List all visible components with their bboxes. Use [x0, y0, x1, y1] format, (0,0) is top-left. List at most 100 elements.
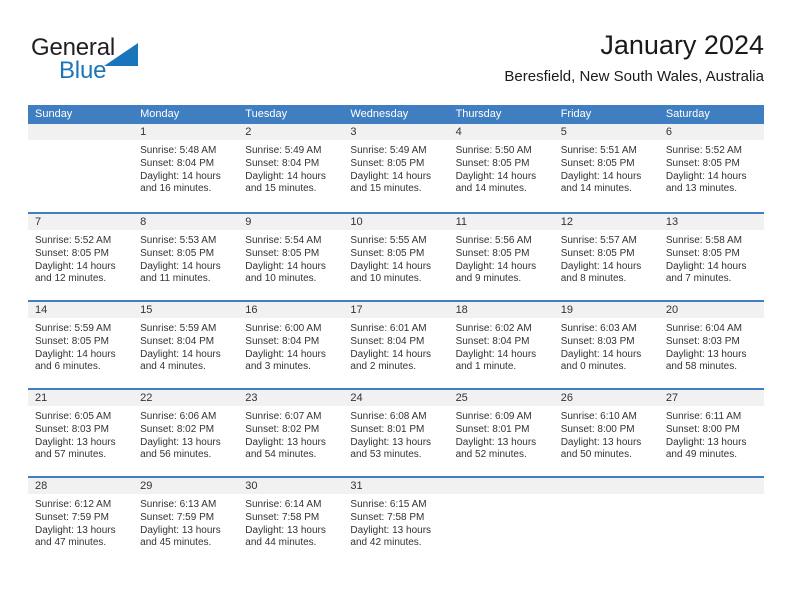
day-number: 14	[28, 302, 134, 318]
day-number: 19	[553, 302, 659, 318]
daylight-text-line2: and 6 minutes.	[35, 361, 101, 373]
day-number: 25	[448, 390, 554, 406]
calendar-day-cell[interactable]: 7 Sunrise: 5:52 AM Sunset: 8:05 PM Daylight…	[28, 214, 134, 300]
calendar-day-cell[interactable]: 20 Sunrise: 6:04 AM Sunset: 8:03 PM Dayligh…	[658, 302, 764, 388]
day-details: Sunrise: 6:11 AM Sunset: 8:00 PM Daylight:…	[659, 406, 764, 462]
sunrise-text: Sunrise: 6:02 AM	[455, 323, 532, 334]
daylight-text-line1: Daylight: 13 hours	[350, 436, 432, 448]
sunrise-text: Sunrise: 6:15 AM	[350, 499, 427, 510]
calendar-day-cell[interactable]: 11 Sunrise: 5:56 AM Sunset: 8:05 PM Dayligh…	[448, 214, 554, 300]
calendar-day-cell[interactable]: 27 Sunrise: 6:11 AM Sunset: 8:00 PM Dayligh…	[658, 390, 764, 476]
calendar-grid: Sunday Monday Tuesday Wednesday Thursday Frid…	[28, 105, 764, 564]
daylight-text-line1: Daylight: 13 hours	[35, 524, 116, 536]
calendar-day-cell[interactable]: 29 Sunrise: 6:13 AM Sunset: 7:59 PM Dayligh…	[133, 478, 239, 564]
day-number: 18	[448, 302, 554, 318]
calendar-day-cell[interactable]: 8 Sunrise: 5:53 AM Sunset: 8:05 PM Daylight…	[133, 214, 239, 300]
day-details: Sunrise: 6:05 AM Sunset: 8:03 PM Daylight:…	[28, 406, 133, 462]
daylight-text-line2: and 49 minutes.	[665, 449, 738, 461]
calendar-weeks: 1 Sunrise: 5:48 AM Sunset: 8:04 PM Daylight…	[28, 124, 764, 564]
daylight-text-line1: Daylight: 14 hours	[140, 260, 221, 272]
sunrise-text: Sunrise: 5:49 AM	[350, 145, 427, 156]
sunrise-text: Sunrise: 6:11 AM	[665, 411, 742, 422]
calendar-day-cell[interactable]: 6 Sunrise: 5:52 AM Sunset: 8:05 PM Daylight…	[658, 124, 764, 212]
day-number	[448, 478, 554, 494]
calendar-day-cell[interactable]: 18 Sunrise: 6:02 AM Sunset: 8:04 PM Dayligh…	[448, 302, 554, 388]
sunset-text: Sunset: 8:02 PM	[245, 423, 320, 435]
calendar-day-cell[interactable]: 10 Sunrise: 5:55 AM Sunset: 8:05 PM Dayligh…	[343, 214, 449, 300]
day-number	[28, 124, 134, 140]
daylight-text-line1: Daylight: 13 hours	[350, 524, 432, 536]
daylight-text-line2: and 56 minutes.	[140, 449, 212, 461]
daylight-text-line2: and 50 minutes.	[560, 449, 632, 461]
weekday-header-saturday: Saturday	[665, 108, 710, 120]
calendar-day-cell[interactable]: 21 Sunrise: 6:05 AM Sunset: 8:03 PM Dayligh…	[28, 390, 134, 476]
calendar-day-cell[interactable]: 5 Sunrise: 5:51 AM Sunset: 8:05 PM Daylight…	[553, 124, 659, 212]
weekday-header-thursday: Thursday	[455, 108, 502, 120]
calendar-day-cell[interactable]: 25 Sunrise: 6:09 AM Sunset: 8:01 PM Dayligh…	[448, 390, 554, 476]
sunset-text: Sunset: 8:03 PM	[35, 423, 109, 435]
sunset-text: Sunset: 8:04 PM	[140, 157, 215, 169]
sunset-text: Sunset: 8:05 PM	[140, 247, 215, 259]
daylight-text-line2: and 9 minutes.	[455, 273, 522, 285]
calendar-day-cell[interactable]: 1 Sunrise: 5:48 AM Sunset: 8:04 PM Daylight…	[133, 124, 239, 212]
daylight-text-line2: and 12 minutes.	[35, 273, 107, 285]
daylight-text-line2: and 14 minutes.	[455, 183, 527, 195]
calendar-day-cell[interactable]: 19 Sunrise: 6:03 AM Sunset: 8:03 PM Dayligh…	[553, 302, 659, 388]
sunset-text: Sunset: 8:04 PM	[245, 335, 320, 347]
logo-text-blue: Blue	[59, 57, 107, 84]
calendar-day-cell[interactable]: 4 Sunrise: 5:50 AM Sunset: 8:05 PM Daylight…	[448, 124, 554, 212]
day-number: 17	[343, 302, 449, 318]
day-number: 2	[238, 124, 344, 140]
calendar-page: General Blue January 2024 Beresfield, Ne…	[0, 0, 792, 612]
day-details: Sunrise: 5:55 AM Sunset: 8:05 PM Daylight:…	[343, 230, 448, 286]
daylight-text-line2: and 2 minutes.	[350, 361, 417, 373]
day-number: 7	[28, 214, 134, 230]
sunrise-text: Sunrise: 6:14 AM	[245, 499, 322, 510]
day-details: Sunrise: 6:14 AM Sunset: 7:58 PM Daylight:…	[238, 494, 343, 550]
page-subtitle: Beresfield, New South Wales, Australia	[504, 68, 764, 85]
calendar-day-cell[interactable]: 15 Sunrise: 5:59 AM Sunset: 8:04 PM Dayligh…	[133, 302, 239, 388]
calendar-day-cell[interactable]: 28 Sunrise: 6:12 AM Sunset: 7:59 PM Dayligh…	[28, 478, 134, 564]
calendar-day-cell[interactable]: 24 Sunrise: 6:08 AM Sunset: 8:01 PM Dayligh…	[343, 390, 449, 476]
sunset-text: Sunset: 8:04 PM	[350, 335, 425, 347]
calendar-day-cell[interactable]: 30 Sunrise: 6:14 AM Sunset: 7:58 PM Dayligh…	[238, 478, 344, 564]
day-details: Sunrise: 5:59 AM Sunset: 8:04 PM Daylight:…	[133, 318, 238, 374]
day-number: 13	[658, 214, 764, 230]
sunset-text: Sunset: 8:04 PM	[245, 157, 320, 169]
calendar-week-row: 28 Sunrise: 6:12 AM Sunset: 7:59 PM Dayligh…	[28, 476, 764, 564]
calendar-day-cell[interactable]: 23 Sunrise: 6:07 AM Sunset: 8:02 PM Dayligh…	[238, 390, 344, 476]
day-number	[658, 478, 764, 494]
calendar-day-cell[interactable]: 26 Sunrise: 6:10 AM Sunset: 8:00 PM Dayligh…	[553, 390, 659, 476]
calendar-day-cell[interactable]: 13 Sunrise: 5:58 AM Sunset: 8:05 PM Dayligh…	[658, 214, 764, 300]
calendar-day-cell[interactable]: 31 Sunrise: 6:15 AM Sunset: 7:58 PM Dayligh…	[343, 478, 449, 564]
day-details: Sunrise: 5:51 AM Sunset: 8:05 PM Daylight:…	[554, 140, 659, 196]
title-block: January 2024 Beresfield, New South Wales…	[284, 28, 764, 88]
day-details: Sunrise: 6:07 AM Sunset: 8:02 PM Daylight:…	[238, 406, 343, 462]
daylight-text-line1: Daylight: 14 hours	[350, 348, 432, 360]
sunrise-text: Sunrise: 6:05 AM	[35, 411, 112, 422]
weekday-header-monday: Monday	[140, 108, 180, 120]
daylight-text-line2: and 45 minutes.	[140, 537, 212, 549]
calendar-day-cell[interactable]: 22 Sunrise: 6:06 AM Sunset: 8:02 PM Dayligh…	[133, 390, 239, 476]
calendar-day-cell[interactable]: 14 Sunrise: 5:59 AM Sunset: 8:05 PM Dayligh…	[28, 302, 134, 388]
calendar-day-cell[interactable]: 12 Sunrise: 5:57 AM Sunset: 8:05 PM Dayligh…	[553, 214, 659, 300]
calendar-day-cell[interactable]: 2 Sunrise: 5:49 AM Sunset: 8:04 PM Daylight…	[238, 124, 344, 212]
sunset-text: Sunset: 8:05 PM	[560, 247, 635, 259]
day-details: Sunrise: 6:03 AM Sunset: 8:03 PM Daylight:…	[554, 318, 659, 374]
sunrise-text: Sunrise: 6:06 AM	[140, 411, 217, 422]
daylight-text-line2: and 54 minutes.	[245, 449, 317, 461]
day-number: 10	[343, 214, 449, 230]
calendar-day-cell[interactable]: 3 Sunrise: 5:49 AM Sunset: 8:05 PM Daylight…	[343, 124, 449, 212]
sunset-text: Sunset: 7:58 PM	[245, 511, 320, 523]
day-details: Sunrise: 6:06 AM Sunset: 8:02 PM Daylight:…	[133, 406, 238, 462]
sunrise-text: Sunrise: 5:59 AM	[35, 323, 112, 334]
calendar-day-cell[interactable]: 17 Sunrise: 6:01 AM Sunset: 8:04 PM Dayligh…	[343, 302, 449, 388]
daylight-text-line1: Daylight: 13 hours	[245, 524, 326, 536]
day-details: Sunrise: 5:57 AM Sunset: 8:05 PM Daylight:…	[554, 230, 659, 286]
day-number: 12	[553, 214, 659, 230]
daylight-text-line1: Daylight: 14 hours	[245, 260, 326, 272]
daylight-text-line2: and 57 minutes.	[35, 449, 107, 461]
calendar-day-cell[interactable]: 9 Sunrise: 5:54 AM Sunset: 8:05 PM Daylight…	[238, 214, 344, 300]
day-details: Sunrise: 5:52 AM Sunset: 8:05 PM Daylight:…	[659, 140, 764, 196]
calendar-day-cell[interactable]: 16 Sunrise: 6:00 AM Sunset: 8:04 PM Dayligh…	[238, 302, 344, 388]
